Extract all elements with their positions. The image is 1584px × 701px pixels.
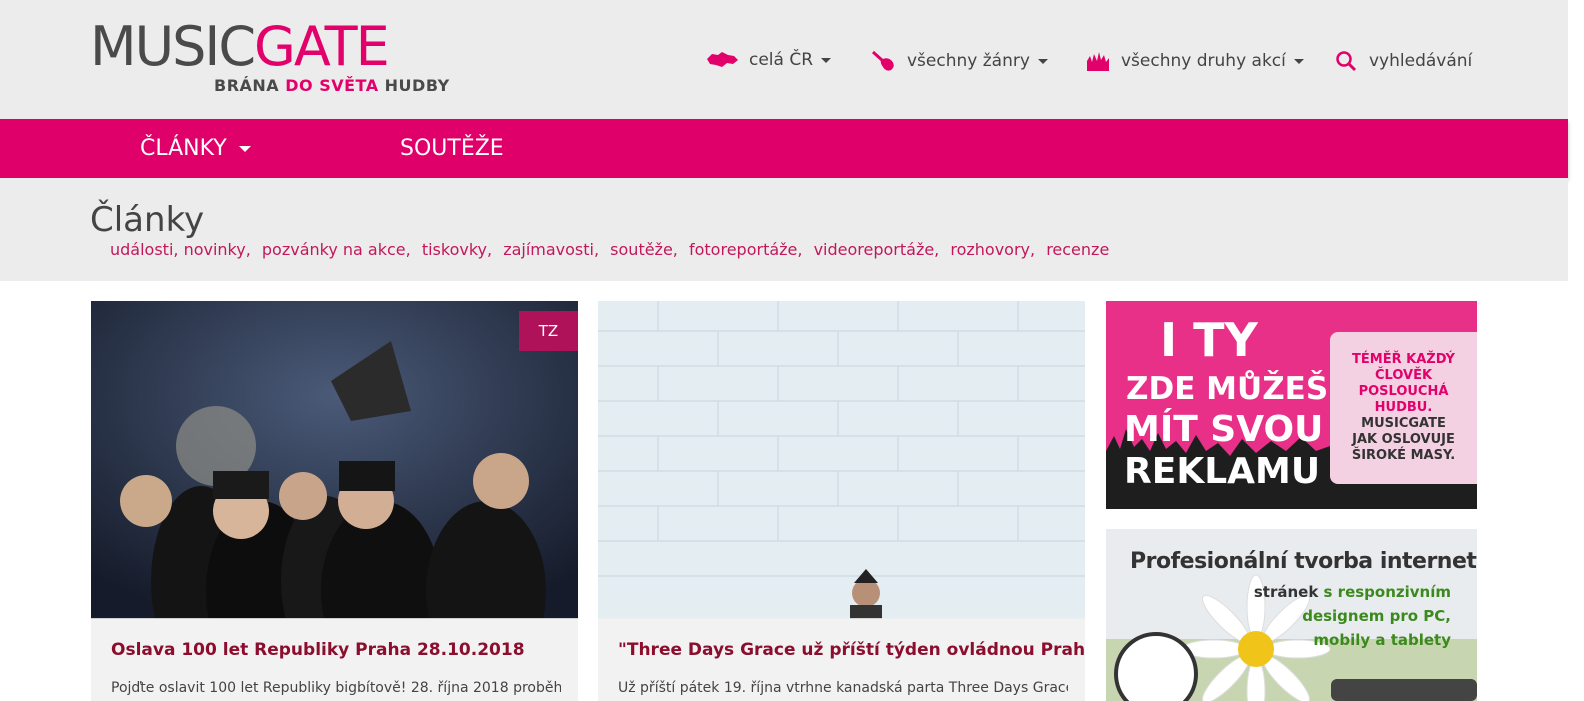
nav-articles[interactable]: ČLÁNKY xyxy=(140,119,251,178)
nav-contests[interactable]: SOUTĚŽE xyxy=(400,119,504,178)
section-header: Články události, novinky, pozvánky na ak… xyxy=(0,178,1568,281)
ad-headline-line1: I TY xyxy=(1160,313,1258,367)
ad-box-line1: TÉMĚŘ KAŽDÝ xyxy=(1352,352,1455,367)
main-nav: ČLÁNKY SOUTĚŽE xyxy=(0,119,1568,178)
category-link-tiskovky[interactable]: tiskovky, xyxy=(422,240,492,259)
ad-box-line2: ČLOVĚK xyxy=(1374,368,1433,383)
region-filter[interactable]: celá ČR xyxy=(705,50,832,70)
webdesign-headline: Profesionální tvorba internetových xyxy=(1130,549,1477,574)
search-label: vyhledávání xyxy=(1369,51,1473,71)
webdesign-line1-part2: s responzivním xyxy=(1323,583,1451,601)
article-photo-band xyxy=(91,301,578,619)
category-link-recenze[interactable]: recenze xyxy=(1046,240,1109,259)
article-tag: TZ xyxy=(519,311,578,351)
search-link[interactable]: vyhledávání xyxy=(1335,50,1472,72)
guitar-icon xyxy=(871,50,894,71)
category-link-udalosti[interactable]: události, novinky, xyxy=(110,240,251,259)
event-type-filter-label: všechny druhy akcí xyxy=(1121,51,1286,71)
article-title[interactable]: "Three Days Grace už příští týden ovládn… xyxy=(618,640,1085,660)
ad-headline-line3: MÍT SVOU xyxy=(1124,409,1324,450)
category-link-videoreportaze[interactable]: videoreportáže, xyxy=(814,240,940,259)
czech-map-icon xyxy=(707,52,738,67)
ad-box-line4: HUDBU. xyxy=(1374,400,1433,415)
ad-box-line3: POSLOUCHÁ xyxy=(1358,384,1449,399)
musicgate-logo[interactable]: MUSICGATE BRÁNA DO SVĚTA HUDBY xyxy=(90,15,449,98)
article-excerpt: Už příští pátek 19. října vtrhne kanadsk… xyxy=(618,680,1068,696)
article-photo xyxy=(598,301,1085,619)
search-icon xyxy=(1336,51,1357,72)
category-link-souteze[interactable]: soutěže, xyxy=(610,240,678,259)
logo-tagline-hudby: HUDBY xyxy=(378,76,450,95)
chevron-down-icon xyxy=(1037,58,1048,64)
ad-box-line6: JAK OSLOVUJE xyxy=(1352,432,1455,447)
category-links: události, novinky, pozvánky na akce, tis… xyxy=(110,240,1115,259)
crowd-hands-icon xyxy=(1087,52,1109,71)
ad-box-line5: MUSICGATE xyxy=(1361,416,1446,431)
webdesign-line3: mobily a tablety xyxy=(1313,631,1451,649)
region-filter-label: celá ČR xyxy=(749,50,814,70)
logo-music: MUSIC xyxy=(90,15,256,78)
ad-headline-line2: ZDE MŮŽEŠ xyxy=(1126,371,1329,407)
page-title: Články xyxy=(90,200,205,240)
category-link-fotoreportaze[interactable]: fotoreportáže, xyxy=(689,240,802,259)
genre-filter-label: všechny žánry xyxy=(907,51,1030,71)
ad-headline-line4: REKLAMU xyxy=(1124,451,1321,492)
article-card[interactable]: "Three Days Grace už příští týden ovládn… xyxy=(598,301,1085,701)
genre-filter[interactable]: všechny žánry xyxy=(871,50,1048,72)
category-link-rozhovory[interactable]: rozhovory, xyxy=(950,240,1035,259)
logo-wordmark: MUSICGATE xyxy=(90,15,390,78)
nav-contests-label: SOUTĚŽE xyxy=(400,136,504,161)
ad-info-box: TÉMĚŘ KAŽDÝ ČLOVĚK POSLOUCHÁ HUDBU. MUSI… xyxy=(1330,332,1477,484)
event-type-filter[interactable]: všechny druhy akcí xyxy=(1085,50,1304,72)
advertise-banner[interactable]: I TY ZDE MŮŽEŠ MÍT SVOU REKLAMU TÉMĚŘ KA… xyxy=(1106,301,1477,509)
logo-gate: GATE xyxy=(254,15,390,78)
filter-bar: celá ČR všechny žánry všechny druhy akcí… xyxy=(705,50,1485,72)
webdesign-line1-part1: stránek xyxy=(1253,583,1324,601)
nav-articles-label: ČLÁNKY xyxy=(140,136,227,161)
ad-box-line7: ŠIROKÉ MASY. xyxy=(1351,448,1456,463)
logo-tagline-do-sveta: DO SVĚTA xyxy=(285,76,379,95)
article-title[interactable]: Oslava 100 let Republiky Praha 28.10.201… xyxy=(111,640,525,660)
category-link-zajimavosti[interactable]: zajímavosti, xyxy=(503,240,599,259)
category-link-pozvanky[interactable]: pozvánky na akce, xyxy=(262,240,411,259)
chevron-down-icon xyxy=(821,57,832,63)
webdesign-banner[interactable]: Profesionální tvorba internetových strán… xyxy=(1106,529,1477,701)
chevron-down-icon xyxy=(1293,58,1304,64)
logo-tagline-brana: BRÁNA xyxy=(214,76,286,95)
chevron-down-icon xyxy=(238,146,251,152)
webdesign-line1: stránek s responzivním xyxy=(1254,583,1451,601)
logo-tagline: BRÁNA DO SVĚTA HUDBY xyxy=(214,76,450,95)
article-excerpt: Pojďte oslavit 100 let Republiky bigbíto… xyxy=(111,680,561,696)
webdesign-line2: designem pro PC, xyxy=(1302,607,1451,625)
article-card-body: Oslava 100 let Republiky Praha 28.10.201… xyxy=(91,618,578,701)
header: MUSICGATE BRÁNA DO SVĚTA HUDBY celá ČR v… xyxy=(0,0,1568,119)
article-card[interactable]: TZ Oslava 100 let Republiky Praha 28.10.… xyxy=(91,301,578,701)
article-card-body: "Three Days Grace už příští týden ovládn… xyxy=(598,618,1085,701)
